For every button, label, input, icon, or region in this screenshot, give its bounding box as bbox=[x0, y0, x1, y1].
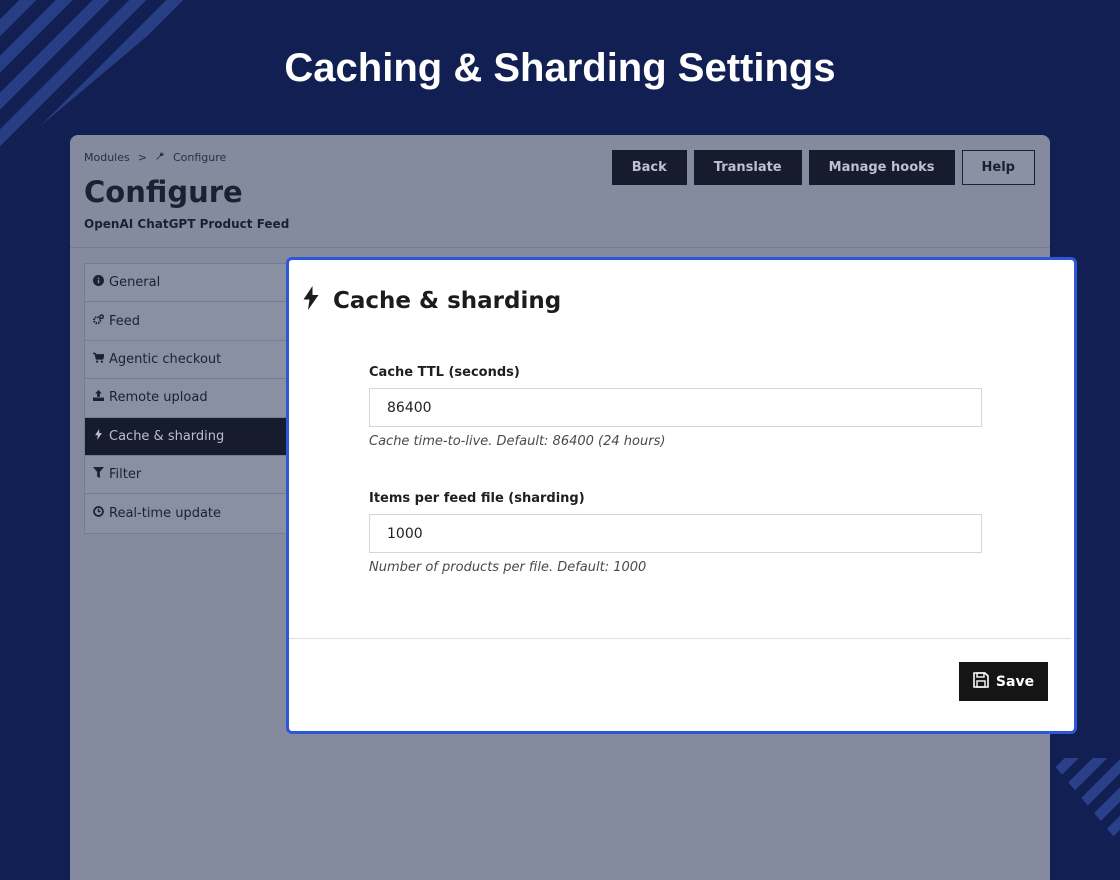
items-per-file-help: Number of products per file. Default: 10… bbox=[369, 560, 647, 575]
sidebar-item-filter[interactable]: Filter bbox=[85, 456, 295, 495]
filter-icon bbox=[93, 467, 104, 482]
cogs-icon bbox=[93, 313, 104, 329]
breadcrumb-modules[interactable]: Modules bbox=[84, 151, 130, 164]
sidebar-item-label: Cache & sharding bbox=[109, 428, 225, 444]
sidebar-item-feed[interactable]: Feed bbox=[85, 302, 295, 341]
breadcrumb: Modules > Configure bbox=[84, 151, 226, 164]
bolt-icon bbox=[303, 286, 319, 316]
items-per-file-label: Items per feed file (sharding) bbox=[369, 491, 585, 506]
help-button[interactable]: Help bbox=[961, 150, 1035, 185]
cart-icon bbox=[93, 352, 105, 367]
breadcrumb-configure: Configure bbox=[172, 151, 227, 164]
cache-ttl-label: Cache TTL (seconds) bbox=[369, 365, 520, 380]
cache-ttl-input[interactable] bbox=[369, 388, 982, 427]
decorative-stripes bbox=[1048, 758, 1120, 844]
cache-sharding-panel: Cache & sharding Cache TTL (seconds) Cac… bbox=[286, 257, 1077, 734]
sidebar-item-label: Real-time update bbox=[109, 506, 222, 522]
clock-icon bbox=[93, 506, 104, 521]
toolbar: Back Translate Manage hooks Help bbox=[611, 150, 1035, 185]
page-subtitle: OpenAI ChatGPT Product Feed bbox=[84, 217, 290, 231]
cache-ttl-help: Cache time-to-live. Default: 86400 (24 h… bbox=[369, 434, 666, 449]
manage-hooks-button[interactable]: Manage hooks bbox=[808, 150, 955, 185]
wrench-icon bbox=[155, 151, 165, 164]
sidebar-nav: General Feed Agentic checkout Remote upl… bbox=[84, 263, 296, 534]
sidebar-item-label: Feed bbox=[109, 313, 141, 329]
save-button[interactable]: Save bbox=[959, 662, 1048, 701]
panel-title-text: Cache & sharding bbox=[333, 288, 562, 314]
floppy-disk-icon bbox=[973, 671, 989, 692]
sidebar-item-label: Filter bbox=[109, 467, 142, 483]
save-button-label: Save bbox=[995, 673, 1035, 690]
sidebar-item-remote-upload[interactable]: Remote upload bbox=[85, 379, 295, 418]
panel-footer-divider bbox=[289, 638, 1071, 639]
page-title: Configure bbox=[84, 175, 243, 209]
bolt-icon bbox=[93, 428, 104, 444]
sidebar-item-real-time-update[interactable]: Real-time update bbox=[85, 494, 295, 532]
sidebar-item-label: General bbox=[109, 275, 161, 291]
hero-title: Caching & Sharding Settings bbox=[284, 46, 836, 90]
sidebar-item-label: Agentic checkout bbox=[109, 351, 222, 367]
items-per-file-input[interactable] bbox=[369, 514, 982, 553]
translate-button[interactable]: Translate bbox=[693, 150, 802, 185]
sidebar-item-label: Remote upload bbox=[109, 390, 208, 406]
header-divider bbox=[70, 247, 1050, 248]
info-circle-icon bbox=[93, 275, 104, 290]
upload-icon bbox=[93, 390, 104, 405]
sidebar-item-cache-sharding[interactable]: Cache & sharding bbox=[85, 417, 295, 456]
sidebar-item-general[interactable]: General bbox=[85, 264, 295, 303]
back-button[interactable]: Back bbox=[611, 150, 687, 185]
sidebar-item-agentic-checkout[interactable]: Agentic checkout bbox=[85, 341, 295, 380]
panel-title: Cache & sharding bbox=[303, 286, 561, 316]
breadcrumb-separator: > bbox=[137, 151, 147, 164]
